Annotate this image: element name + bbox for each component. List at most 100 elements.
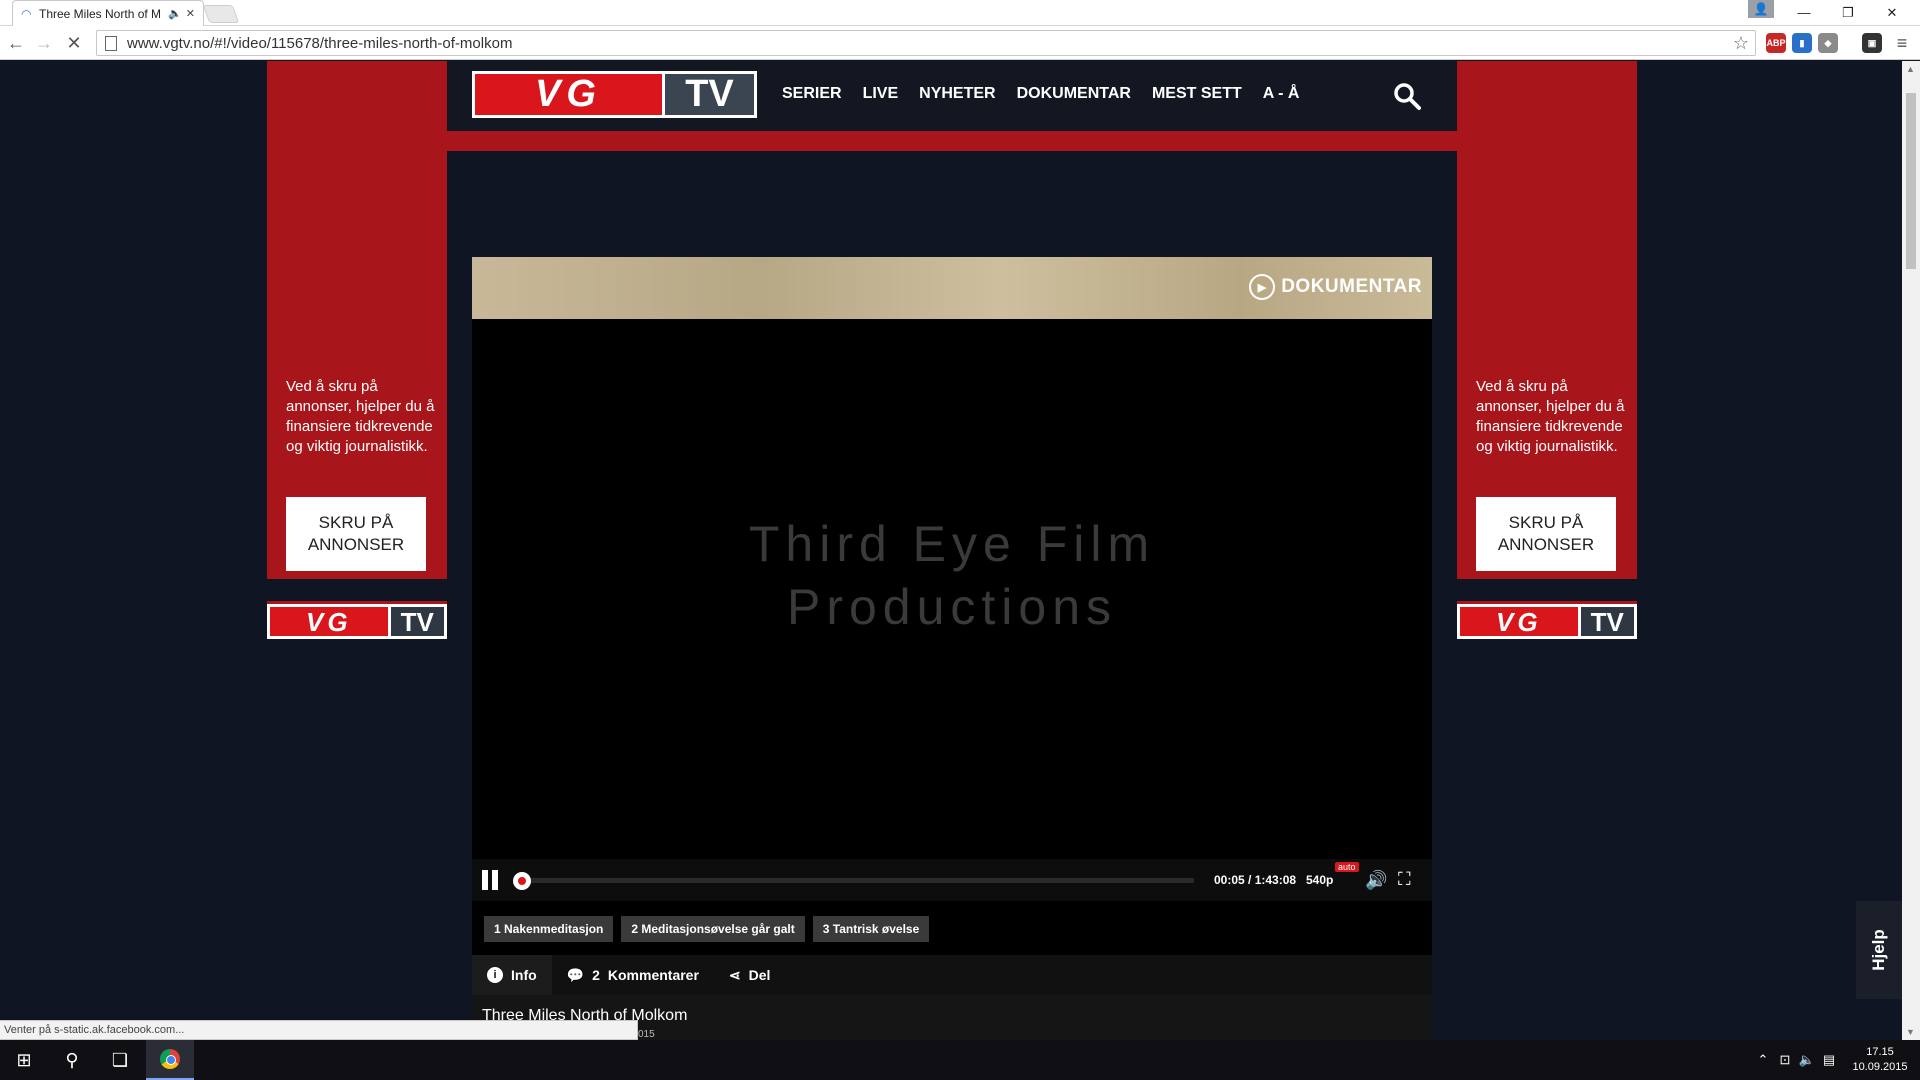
minimize-icon[interactable]: —	[1782, 0, 1826, 26]
left-ad-logo[interactable]: VG TV	[267, 601, 447, 639]
chevron-up-icon[interactable]: ⌃	[1752, 1052, 1774, 1068]
nav-mest-sett[interactable]: MEST SETT	[1152, 85, 1242, 103]
clock-date: 10.09.2015	[1852, 1061, 1908, 1073]
restore-icon[interactable]: ❐	[1826, 0, 1870, 26]
info-tabs: i Info 💬 2 Kommentarer ⋖ Del	[472, 955, 1432, 995]
header-red-bar	[447, 131, 1457, 151]
video-frame-title-line1: Third Eye Film	[748, 516, 1156, 572]
tab-comments[interactable]: 💬 2 Kommentarer	[552, 955, 714, 995]
vgtv-logo[interactable]: VG TV	[472, 71, 757, 118]
help-button[interactable]: Hjelp	[1856, 901, 1902, 999]
enable-ads-button[interactable]: SKRU PÅ ANNONSER	[286, 497, 426, 571]
enable-ads-button[interactable]: SKRU PÅ ANNONSER	[1476, 497, 1616, 571]
browser-tab-strip: ◠ Three Miles North of M 🔈 ✕ 👤 — ❐ ✕	[0, 0, 1920, 26]
ad-message: Ved å skru på annonser, hjelper du å fin…	[286, 378, 435, 455]
progress-handle[interactable]	[513, 872, 531, 890]
play-circle-icon: ▶	[1249, 274, 1276, 300]
dokumentar-mark: ▶ DOKUMENTAR	[1249, 274, 1422, 300]
chrome-taskbar-icon[interactable]	[146, 1040, 194, 1080]
url-text: www.vgtv.no/#!/video/115678/three-miles-…	[127, 34, 513, 52]
chapter-3[interactable]: 3 Tantrisk øvelse	[812, 916, 930, 942]
tab-info[interactable]: i Info	[472, 955, 552, 995]
clock-time: 17.15	[1866, 1046, 1894, 1058]
video-frame-title-line2: Productions	[786, 579, 1118, 635]
right-ad-panel: Ved å skru på annonser, hjelper du å fin…	[1457, 61, 1637, 579]
right-ad-logo[interactable]: VG TV	[1457, 601, 1637, 639]
tab-share-label: Del	[748, 967, 771, 983]
fullscreen-icon[interactable]: ⛶	[1398, 869, 1411, 890]
address-bar[interactable]: www.vgtv.no/#!/video/115678/three-miles-…	[96, 30, 1756, 56]
progress-bar[interactable]	[522, 878, 1194, 883]
video-player: ▶ DOKUMENTAR Third Eye Film Productions …	[472, 257, 1432, 1040]
share-icon: ⋖	[728, 967, 741, 983]
video-frame-title: Third Eye Film Productions	[472, 513, 1432, 639]
vg-logo-text: VG	[475, 74, 662, 115]
profile-icon[interactable]: 👤	[1748, 0, 1774, 18]
bookmark-star-icon[interactable]: ☆	[1733, 33, 1749, 54]
forward-icon[interactable]: →	[32, 31, 56, 55]
scrollbar-thumb[interactable]	[1906, 93, 1916, 269]
nav-a-z[interactable]: A - Å	[1263, 85, 1300, 103]
menu-icon[interactable]: ≡	[1890, 31, 1914, 55]
search-icon[interactable]	[1392, 81, 1422, 111]
video-date-fragment: 015	[638, 1029, 655, 1040]
page-icon	[105, 35, 117, 51]
volume-icon[interactable]: 🔈	[1796, 1052, 1818, 1068]
tab-info-label: Info	[511, 967, 537, 983]
player-controls: 00:05 / 1:43:08 540p auto 🔊 ⛶	[472, 859, 1432, 901]
volume-icon[interactable]: 🔊	[1365, 870, 1387, 891]
network-icon[interactable]: ⊡	[1774, 1052, 1796, 1068]
task-view-icon[interactable]: ❏	[96, 1040, 144, 1080]
pause-icon[interactable]	[482, 870, 502, 890]
scroll-up-icon[interactable]: ▲	[1906, 64, 1915, 74]
extension-shield-icon[interactable]: ◆	[1818, 33, 1838, 53]
page-content: Ved å skru på annonser, hjelper du å fin…	[0, 61, 1902, 1040]
quality-auto-badge: auto	[1335, 862, 1359, 872]
site-header: VG TV SERIER LIVE NYHETER DOKUMENTAR MES…	[447, 61, 1457, 131]
main-nav: SERIER LIVE NYHETER DOKUMENTAR MEST SETT…	[782, 85, 1299, 103]
help-label: Hjelp	[1869, 929, 1888, 971]
tv-logo-text: TV	[1580, 607, 1634, 637]
search-icon[interactable]: ⚲	[48, 1040, 96, 1080]
extension-chart-icon[interactable]: ▮	[1792, 33, 1812, 53]
video-surface[interactable]: Third Eye Film Productions	[472, 319, 1432, 859]
new-tab-button[interactable]	[202, 5, 240, 23]
adblock-icon[interactable]: ABP	[1766, 33, 1786, 53]
chapter-list: 1 Nakenmeditasjon 2 Meditasjonsøvelse gå…	[472, 901, 1432, 955]
ad-message: Ved å skru på annonser, hjelper du å fin…	[1476, 378, 1625, 455]
tab-title: Three Miles North of M	[39, 6, 162, 21]
loading-icon: ◠	[21, 6, 32, 21]
nav-nyheter[interactable]: NYHETER	[919, 85, 995, 103]
scroll-down-icon[interactable]: ▼	[1906, 1027, 1915, 1037]
start-icon[interactable]: ⊞	[0, 1040, 48, 1080]
chapter-1[interactable]: 1 Nakenmeditasjon	[484, 916, 614, 942]
nav-serier[interactable]: SERIER	[782, 85, 842, 103]
notification-icon[interactable]: ▤	[1818, 1052, 1840, 1068]
vg-logo-text: VG	[1460, 607, 1578, 637]
tab-comments-label: Kommentarer	[607, 967, 699, 983]
page-scrollbar[interactable]: ▲ ▼	[1902, 61, 1920, 1040]
close-tab-icon[interactable]: ✕	[186, 7, 195, 20]
browser-toolbar: ← → ✕ www.vgtv.no/#!/video/115678/three-…	[0, 26, 1920, 60]
status-bubble: Venter på s-static.ak.facebook.com...	[0, 1020, 638, 1040]
comments-count: 2	[592, 967, 600, 983]
dokumentar-banner: ▶ DOKUMENTAR	[472, 257, 1432, 319]
left-ad-panel: Ved å skru på annonser, hjelper du å fin…	[267, 61, 447, 579]
back-icon[interactable]: ←	[4, 31, 28, 55]
time-display: 00:05 / 1:43:08	[1214, 873, 1297, 887]
comment-icon: 💬	[566, 967, 585, 983]
chapter-2[interactable]: 2 Meditasjonsøvelse går galt	[621, 916, 805, 942]
stop-loading-icon[interactable]: ✕	[62, 31, 86, 55]
close-window-icon[interactable]: ✕	[1870, 0, 1914, 26]
tv-logo-text: TV	[390, 607, 444, 637]
clock[interactable]: 17.15 10.09.2015	[1840, 1045, 1920, 1075]
tab-share[interactable]: ⋖ Del	[714, 955, 786, 995]
quality-button[interactable]: 540p	[1306, 873, 1333, 887]
browser-tab[interactable]: ◠ Three Miles North of M 🔈 ✕	[12, 0, 204, 26]
tv-logo-text: TV	[664, 74, 754, 115]
nav-live[interactable]: LIVE	[863, 85, 899, 103]
banner-label: DOKUMENTAR	[1281, 276, 1422, 297]
speaker-icon[interactable]: 🔈	[168, 7, 182, 20]
extension-badge-icon[interactable]: ▣	[1862, 33, 1882, 53]
nav-dokumentar[interactable]: DOKUMENTAR	[1017, 85, 1131, 103]
